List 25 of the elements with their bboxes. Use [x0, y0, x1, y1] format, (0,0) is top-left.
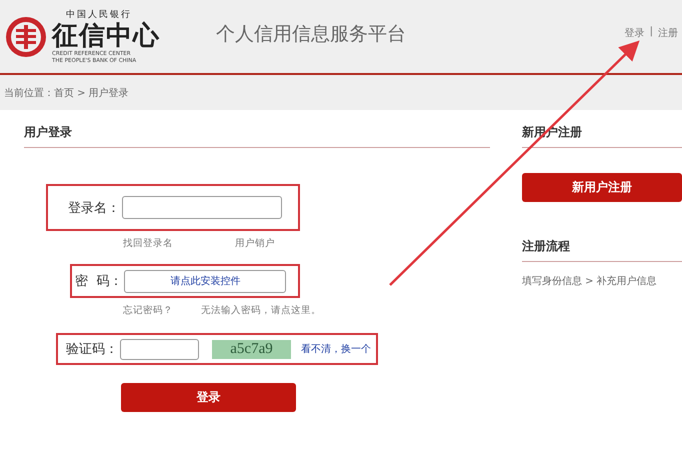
header-link[interactable]: 登录 — [624, 26, 645, 40]
link[interactable]: 忘记密码？ — [123, 304, 173, 317]
link[interactable]: 无法输入密码，请点这里。 — [201, 304, 321, 317]
bank-name: 中国人民银行 — [66, 8, 132, 21]
section-heading: 注册流程 — [522, 238, 682, 262]
header-link[interactable]: 注册 — [658, 26, 678, 40]
separator: | — [650, 26, 653, 38]
logo-name: 征信中心 — [52, 21, 160, 51]
section-heading: 用户登录 — [24, 124, 490, 148]
captcha-image: a5c7a9 — [212, 340, 291, 358]
input-field[interactable] — [120, 338, 199, 360]
input-field[interactable]: 请点此安装控件 — [124, 270, 286, 292]
register-button[interactable]: 新用户注册 — [522, 173, 682, 202]
field-label: 密 码： — [75, 273, 122, 290]
site-title: 个人信用信息服务平台 — [216, 22, 406, 46]
input-field[interactable] — [122, 196, 282, 219]
link[interactable]: 用户销户 — [235, 237, 275, 250]
process-steps: 填写身份信息 > 补充用户信息 — [522, 274, 682, 288]
emblem-icon — [4, 14, 48, 58]
login-button[interactable]: 登录 — [121, 383, 296, 412]
field-label: 验证码： — [66, 341, 118, 358]
refresh-link[interactable]: 看不清，换一个 — [301, 342, 371, 356]
link[interactable]: 找回登录名 — [123, 237, 173, 250]
field-label: 登录名： — [68, 200, 120, 216]
breadcrumb: 当前位置：首页 > 用户登录 — [0, 75, 682, 110]
